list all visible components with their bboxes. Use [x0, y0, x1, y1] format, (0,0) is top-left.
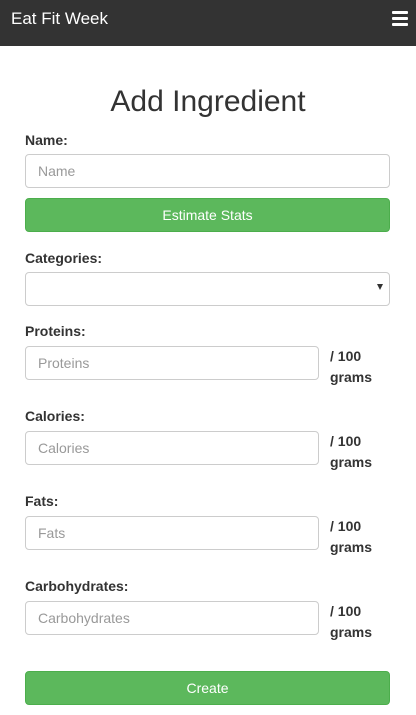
proteins-label: Proteins:: [25, 323, 86, 339]
categories-label: Categories:: [25, 250, 103, 266]
fats-input[interactable]: [25, 516, 319, 550]
carbohydrates-unit: / 100 grams: [330, 603, 373, 640]
navbar: Eat Fit Week: [0, 0, 416, 46]
calories-input[interactable]: [25, 431, 319, 465]
create-button[interactable]: Create: [25, 671, 390, 705]
dropdown-caret-icon: [377, 284, 383, 290]
estimate-stats-button[interactable]: Estimate Stats: [25, 198, 390, 232]
hamburger-menu-icon[interactable]: [392, 11, 410, 27]
page-title: Add Ingredient: [110, 85, 306, 118]
name-input[interactable]: [25, 154, 390, 188]
brand-link[interactable]: Eat Fit Week: [11, 9, 108, 29]
calories-unit: / 100 grams: [330, 433, 373, 470]
proteins-input[interactable]: [25, 346, 319, 380]
proteins-unit: / 100 grams: [330, 348, 373, 385]
categories-select[interactable]: [25, 272, 390, 306]
carbohydrates-label: Carbohydrates:: [25, 578, 129, 594]
carbohydrates-input[interactable]: [25, 601, 319, 635]
fats-unit: / 100 grams: [330, 518, 373, 555]
fats-label: Fats:: [25, 493, 59, 509]
calories-label: Calories:: [25, 408, 85, 424]
name-label: Name:: [25, 132, 68, 148]
